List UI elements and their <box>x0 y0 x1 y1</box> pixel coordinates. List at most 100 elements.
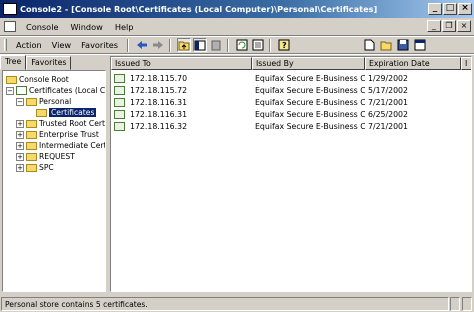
window-options-icon[interactable] <box>413 38 427 52</box>
cell-expiration: 7/21/2001 <box>368 97 408 107</box>
maximize-button[interactable]: □ <box>443 3 457 15</box>
tree-node-label-selected: Certificates <box>49 108 97 117</box>
show-hide-tree-icon[interactable] <box>193 38 208 52</box>
cell-issued-to: 172.18.116.31 <box>130 97 188 107</box>
collapse-icon[interactable]: − <box>6 86 14 95</box>
tree-node-label: Console Root <box>19 75 69 84</box>
cell-issued-to: 172.18.115.70 <box>130 73 188 83</box>
menu-console[interactable]: Console <box>20 22 65 32</box>
toolbar-separator <box>227 38 230 52</box>
expand-icon[interactable]: + <box>16 141 24 150</box>
open-folder-icon <box>36 108 47 117</box>
save-console-icon[interactable] <box>396 38 410 52</box>
child-minimize-button[interactable]: _ <box>427 20 441 32</box>
console-app-icon[interactable] <box>3 3 17 15</box>
tree-node-personal[interactable]: − Personal <box>16 96 71 107</box>
close-button[interactable]: × <box>458 3 472 15</box>
tree-node-console-root[interactable]: Console Root <box>6 74 69 85</box>
tree-node-label: Trusted Root Cert <box>39 119 105 128</box>
certificate-icon <box>114 97 125 107</box>
tree-node-label: SPC <box>39 163 54 172</box>
menu-view[interactable]: View <box>47 40 76 50</box>
tree-node-certificates[interactable]: Certificates <box>36 107 97 118</box>
menu-bar: Console Window Help _ ❐ × <box>0 18 474 35</box>
tree-node-label: Intermediate Certi <box>39 141 106 150</box>
folder-icon <box>26 97 37 106</box>
expand-icon[interactable]: + <box>16 152 24 161</box>
back-arrow-icon[interactable] <box>135 38 149 52</box>
column-header-intended[interactable]: I <box>461 57 471 70</box>
table-row[interactable]: 172.18.116.32 Equifax Secure E-Business … <box>111 120 461 132</box>
menu-favorites[interactable]: Favorites <box>76 40 123 50</box>
export-list-icon[interactable] <box>251 38 265 52</box>
status-bar: Personal store contains 5 certificates. <box>0 295 474 312</box>
folder-icon <box>26 119 37 128</box>
certificate-icon <box>114 73 125 83</box>
tree-node-label: REQUEST <box>39 152 75 161</box>
cell-issued-by: Equifax Secure E-Business CA-2 <box>255 73 365 83</box>
tree-node-intermediate[interactable]: + Intermediate Certi <box>16 140 106 151</box>
tree-node-spc[interactable]: + SPC <box>16 162 54 173</box>
toolbar-separator <box>169 38 172 52</box>
folder-icon <box>26 130 37 139</box>
toolbar-separator-line <box>0 53 474 55</box>
menu-action[interactable]: Action <box>11 40 47 50</box>
table-row[interactable]: 172.18.116.31 Equifax Secure E-Business … <box>111 96 461 108</box>
column-header-expiration[interactable]: Expiration Date <box>365 57 461 70</box>
expand-icon[interactable]: + <box>16 130 24 139</box>
minimize-button[interactable]: _ <box>428 3 442 15</box>
refresh-icon[interactable] <box>235 38 249 52</box>
open-console-icon[interactable] <box>379 38 393 52</box>
tree-node-enterprise-trust[interactable]: + Enterprise Trust <box>16 129 99 140</box>
certificate-icon <box>114 121 125 131</box>
tree-node-label: Certificates (Local Cor <box>29 86 106 95</box>
toolbar-grip[interactable] <box>4 39 7 51</box>
status-cell <box>450 296 460 311</box>
cell-issued-by: Equifax Secure E-Business CA-2 <box>255 85 365 95</box>
folder-icon <box>26 141 37 150</box>
new-console-icon[interactable] <box>362 38 376 52</box>
menu-help[interactable]: Help <box>109 22 140 32</box>
certificate-icon <box>114 109 125 119</box>
expand-icon[interactable]: + <box>16 163 24 172</box>
cell-issued-to: 172.18.116.32 <box>130 121 188 131</box>
list-header: Issued To Issued By Expiration Date I <box>111 57 471 70</box>
folder-icon <box>26 152 37 161</box>
cell-issued-to: 172.18.115.72 <box>130 85 188 95</box>
cell-expiration: 1/29/2002 <box>368 73 408 83</box>
cell-issued-to: 172.18.116.31 <box>130 109 188 119</box>
tree-node-request[interactable]: + REQUEST <box>16 151 75 162</box>
certificate-list[interactable]: Issued To Issued By Expiration Date I 17… <box>110 56 472 292</box>
svg-text:?: ? <box>282 41 287 50</box>
toolbar-separator <box>127 38 130 52</box>
help-icon[interactable]: ? <box>277 38 291 52</box>
delete-icon[interactable] <box>209 38 223 52</box>
cell-expiration: 6/25/2002 <box>368 109 408 119</box>
collapse-icon[interactable]: − <box>16 97 24 106</box>
tree-node-trusted-root[interactable]: + Trusted Root Cert <box>16 118 105 129</box>
console-tree[interactable]: Console Root − Certificates (Local Cor −… <box>2 70 106 292</box>
status-cell <box>462 296 472 311</box>
child-restore-button[interactable]: ❐ <box>442 20 456 32</box>
tab-favorites[interactable]: Favorites <box>26 56 72 70</box>
tree-node-label: Personal <box>39 97 72 106</box>
table-row[interactable]: 172.18.115.72 Equifax Secure E-Business … <box>111 84 461 96</box>
cell-issued-by: Equifax Secure E-Business CA-2 <box>255 109 365 119</box>
column-header-issued-to[interactable]: Issued To <box>111 57 252 70</box>
cell-expiration: 5/17/2002 <box>368 85 408 95</box>
tab-tree[interactable]: Tree <box>0 55 27 70</box>
cell-issued-by: Equifax Secure E-Business CA-2 <box>255 121 365 131</box>
forward-arrow-icon[interactable] <box>151 38 165 52</box>
up-one-level-icon[interactable] <box>177 38 192 52</box>
child-close-button[interactable]: × <box>457 20 471 32</box>
window-title: Console2 - [Console Root\Certificates (L… <box>20 4 378 14</box>
title-bar[interactable]: Console2 - [Console Root\Certificates (L… <box>0 0 474 18</box>
tree-node-certificates-local[interactable]: − Certificates (Local Cor <box>6 85 106 96</box>
menu-window[interactable]: Window <box>65 22 109 32</box>
table-row[interactable]: 172.18.116.31 Equifax Secure E-Business … <box>111 108 461 120</box>
console-document-icon[interactable] <box>4 21 16 32</box>
column-header-issued-by[interactable]: Issued By <box>252 57 365 70</box>
certificates-snapin-icon <box>16 86 27 95</box>
expand-icon[interactable]: + <box>16 119 24 128</box>
table-row[interactable]: 172.18.115.70 Equifax Secure E-Business … <box>111 72 461 84</box>
